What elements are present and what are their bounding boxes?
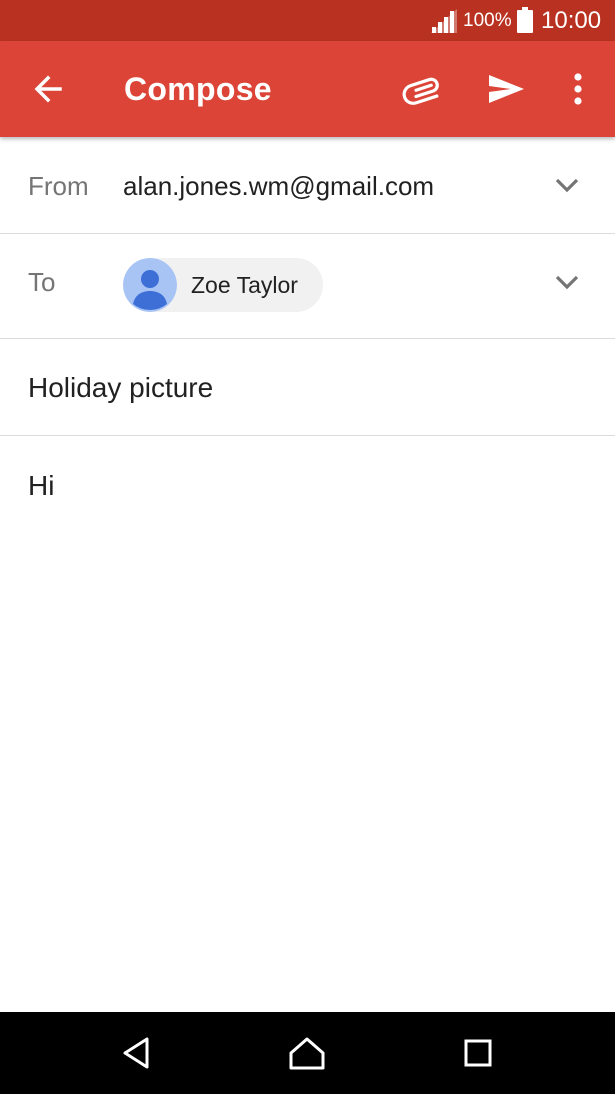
nav-recents-icon[interactable] <box>458 1033 498 1073</box>
nav-home-icon[interactable] <box>287 1033 327 1073</box>
navigation-bar <box>0 1012 615 1094</box>
status-clock: 10:00 <box>541 7 602 34</box>
person-avatar-icon <box>123 258 177 312</box>
status-bar: 100% 10:00 <box>0 0 615 41</box>
to-row[interactable]: To Zoe Taylor <box>0 234 615 339</box>
to-label: To <box>28 267 56 297</box>
send-icon[interactable] <box>484 69 528 109</box>
arrow-back-icon[interactable] <box>26 69 70 109</box>
chevron-down-icon[interactable] <box>553 175 581 195</box>
subject-field[interactable]: Holiday picture <box>0 339 615 436</box>
subject-text[interactable]: Holiday picture <box>28 371 213 405</box>
page-title: Compose <box>124 71 272 107</box>
nav-back-icon[interactable] <box>117 1033 157 1073</box>
paperclip-icon[interactable] <box>400 68 446 110</box>
recipient-chip[interactable]: Zoe Taylor <box>123 258 323 312</box>
from-row[interactable]: From alan.jones.wm@gmail.com <box>0 137 615 234</box>
more-vert-icon[interactable] <box>564 69 592 109</box>
from-account[interactable]: alan.jones.wm@gmail.com <box>123 170 434 202</box>
cell-signal-icon <box>431 9 457 33</box>
recipient-name: Zoe Taylor <box>191 272 298 298</box>
compose-toolbar: Compose <box>0 41 615 137</box>
from-label: From <box>28 171 89 201</box>
chevron-down-icon[interactable] <box>553 272 581 292</box>
battery-percent: 100% <box>463 10 512 31</box>
battery-full-icon <box>517 7 533 33</box>
compose-body[interactable]: Hi <box>28 469 54 503</box>
